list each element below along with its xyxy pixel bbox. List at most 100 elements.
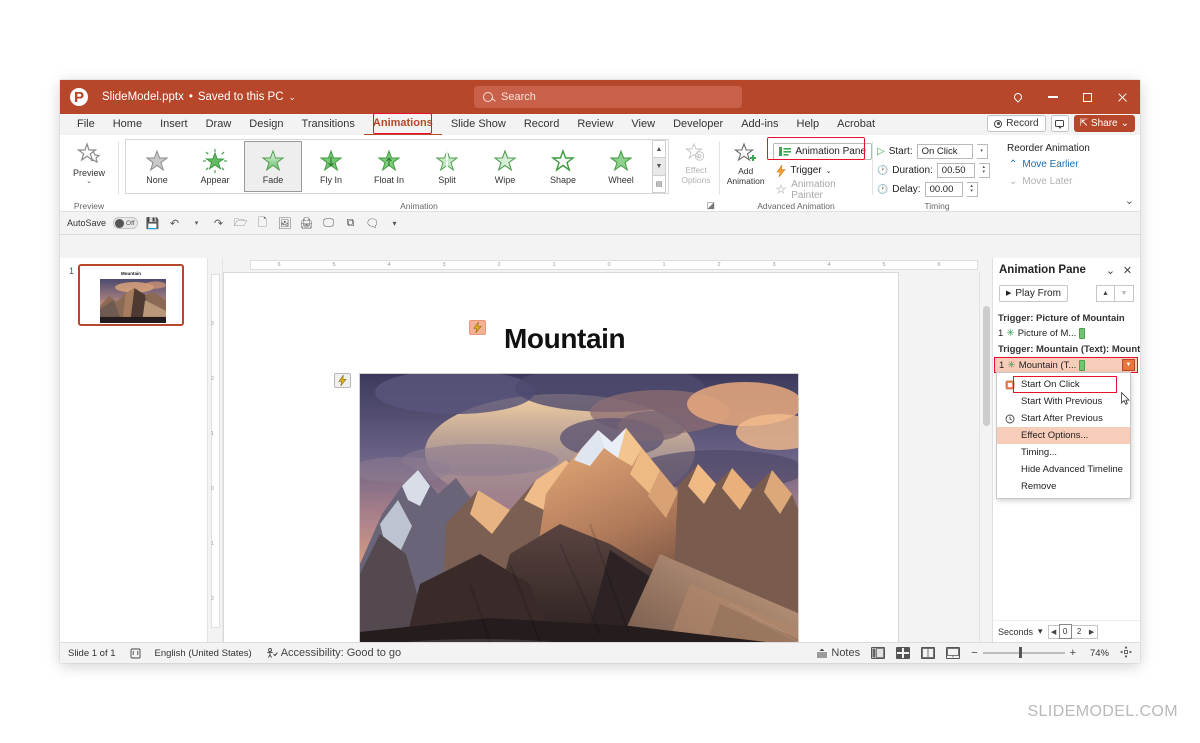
- normal-view-icon[interactable]: [871, 647, 886, 659]
- menu-start-after-previous[interactable]: Start After Previous: [997, 410, 1130, 427]
- zoom-track[interactable]: [982, 647, 1065, 659]
- move-earlier-button[interactable]: ⌃ Move Earlier: [1001, 156, 1101, 173]
- tab-design[interactable]: Design: [240, 114, 292, 135]
- effect-shape[interactable]: Shape: [534, 141, 592, 192]
- effect-split[interactable]: Split: [418, 141, 476, 192]
- tab-add-ins[interactable]: Add-ins: [732, 114, 787, 135]
- animation-item-text[interactable]: 1 ✳ Mountain (T... ▼: [994, 357, 1138, 373]
- zoom-in-button[interactable]: +: [1070, 647, 1076, 659]
- scrollbar-thumb[interactable]: [983, 306, 990, 426]
- accessibility-status[interactable]: Accessibility: Good to go: [266, 647, 401, 659]
- tab-home[interactable]: Home: [104, 114, 151, 135]
- spellcheck-icon[interactable]: [130, 648, 141, 659]
- slide-canvas[interactable]: Mountain: [223, 272, 899, 663]
- collapse-ribbon-chevron-icon[interactable]: ⌄: [1125, 194, 1134, 207]
- tab-slide-show[interactable]: Slide Show: [442, 114, 515, 135]
- add-animation-button[interactable]: Add Animation: [720, 139, 771, 186]
- new-comment-icon[interactable]: 🗨: [365, 216, 380, 231]
- play-from-button[interactable]: ▶ Play From: [999, 284, 1068, 302]
- start-dropdown[interactable]: On Click: [916, 143, 973, 159]
- zoom-percent[interactable]: 74%: [1087, 648, 1109, 659]
- undo-icon[interactable]: ↶: [167, 216, 182, 231]
- duration-stepper[interactable]: ▴ ▾: [978, 162, 990, 178]
- menu-remove[interactable]: Remove: [997, 478, 1130, 495]
- title-trigger-badge[interactable]: [469, 320, 486, 335]
- zoom-out-button[interactable]: −: [971, 647, 977, 659]
- tab-acrobat[interactable]: Acrobat: [828, 114, 884, 135]
- canvas-vertical-scrollbar[interactable]: [979, 272, 992, 642]
- insert-picture-icon[interactable]: 🖼: [277, 216, 292, 231]
- tab-help[interactable]: Help: [788, 114, 829, 135]
- pane-collapse-chevron-icon[interactable]: ⌄: [1104, 264, 1117, 277]
- duration-input[interactable]: 00.50: [936, 162, 975, 178]
- print-preview-icon[interactable]: 🖨: [299, 216, 314, 231]
- tab-animations[interactable]: Animations: [363, 113, 442, 136]
- timeline-left-arrow-icon[interactable]: ◀: [1049, 628, 1059, 636]
- seconds-chevron-down-icon[interactable]: ▾: [1038, 626, 1043, 637]
- preview-button[interactable]: Preview ⌄: [60, 139, 118, 185]
- animation-pane-button[interactable]: Animation Pane: [773, 143, 872, 160]
- tab-file[interactable]: File: [68, 114, 104, 135]
- effect-fade[interactable]: Fade: [244, 141, 302, 192]
- menu-hide-advanced-timeline[interactable]: Hide Advanced Timeline: [997, 461, 1130, 478]
- tab-draw[interactable]: Draw: [197, 114, 241, 135]
- delay-stepper[interactable]: ▴ ▾: [966, 181, 978, 197]
- gallery-scroll-buttons[interactable]: ▲ ▼ ▤: [652, 140, 666, 193]
- duplicate-slide-icon[interactable]: ⧉: [343, 216, 358, 231]
- zoom-slider[interactable]: − +: [971, 647, 1076, 659]
- reading-view-icon[interactable]: [921, 647, 936, 659]
- redo-icon[interactable]: ↷: [211, 216, 226, 231]
- save-icon[interactable]: 💾: [145, 216, 160, 231]
- slide-title-text[interactable]: Mountain: [504, 323, 626, 355]
- menu-effect-options[interactable]: Effect Options...: [997, 427, 1130, 444]
- share-button[interactable]: ⇱ Share ⌄: [1073, 115, 1135, 132]
- location-pin-icon[interactable]: [1000, 80, 1035, 114]
- animation-item-dropdown-icon[interactable]: ▼: [1122, 359, 1135, 371]
- record-button[interactable]: Record: [987, 115, 1046, 132]
- autosave-toggle[interactable]: Off: [113, 217, 139, 229]
- effect-options-button[interactable]: Effect Options: [673, 139, 719, 185]
- language-label[interactable]: English (United States): [155, 648, 252, 659]
- effect-appear[interactable]: Appear: [186, 141, 244, 192]
- fit-to-window-icon[interactable]: [1120, 645, 1132, 661]
- close-button[interactable]: [1105, 80, 1140, 114]
- maximize-button[interactable]: [1070, 80, 1105, 114]
- animation-dialog-launcher-icon[interactable]: ◪: [706, 200, 715, 211]
- slideshow-view-icon[interactable]: [946, 647, 961, 659]
- menu-start-on-click[interactable]: Start On Click: [997, 376, 1130, 393]
- gallery-scroll-up-icon[interactable]: ▲: [653, 141, 665, 157]
- start-dropdown-chevron-icon[interactable]: ▾: [976, 143, 988, 159]
- search-box[interactable]: Search: [474, 86, 742, 108]
- slide-thumbnail-1[interactable]: Mountain: [78, 264, 184, 326]
- slide-sorter-view-icon[interactable]: [896, 647, 911, 659]
- chevron-down-icon[interactable]: ⌄: [289, 92, 297, 103]
- document-title[interactable]: SlideModel.pptx • Saved to this PC ⌄: [102, 91, 296, 103]
- open-folder-icon[interactable]: 🗁: [233, 216, 248, 231]
- notes-button[interactable]: Notes: [816, 647, 860, 659]
- mountain-picture[interactable]: [359, 373, 799, 663]
- move-down-button[interactable]: ▼: [1115, 284, 1134, 302]
- effect-wheel[interactable]: Wheel: [592, 141, 650, 192]
- start-slideshow-icon[interactable]: 🖵: [321, 216, 336, 231]
- effect-none[interactable]: None: [128, 141, 186, 192]
- delay-input[interactable]: 00.00: [924, 181, 963, 197]
- minimize-button[interactable]: [1035, 80, 1070, 114]
- effect-fly-in[interactable]: Fly In: [302, 141, 360, 192]
- pane-close-icon[interactable]: ✕: [1121, 264, 1134, 277]
- tab-developer[interactable]: Developer: [664, 114, 732, 135]
- menu-timing[interactable]: Timing...: [997, 444, 1130, 461]
- tab-review[interactable]: Review: [568, 114, 622, 135]
- tab-insert[interactable]: Insert: [151, 114, 197, 135]
- menu-start-with-previous[interactable]: Start With Previous: [997, 393, 1130, 410]
- gallery-scroll-down-icon[interactable]: ▼: [653, 157, 665, 176]
- undo-chevron-down-icon[interactable]: ▾: [189, 216, 204, 231]
- new-file-icon[interactable]: 🗋: [255, 216, 270, 231]
- picture-trigger-badge[interactable]: [334, 373, 351, 388]
- animation-item-picture[interactable]: 1 ✳ Picture of M...: [993, 326, 1140, 341]
- effect-float-in[interactable]: Float In: [360, 141, 418, 192]
- zoom-knob[interactable]: [1018, 647, 1023, 659]
- comments-button[interactable]: [1050, 115, 1069, 132]
- gallery-expand-icon[interactable]: ▤: [653, 176, 665, 192]
- trigger-button[interactable]: Trigger ⌄: [773, 162, 872, 179]
- timeline-right-arrow-icon[interactable]: ▶: [1087, 628, 1097, 636]
